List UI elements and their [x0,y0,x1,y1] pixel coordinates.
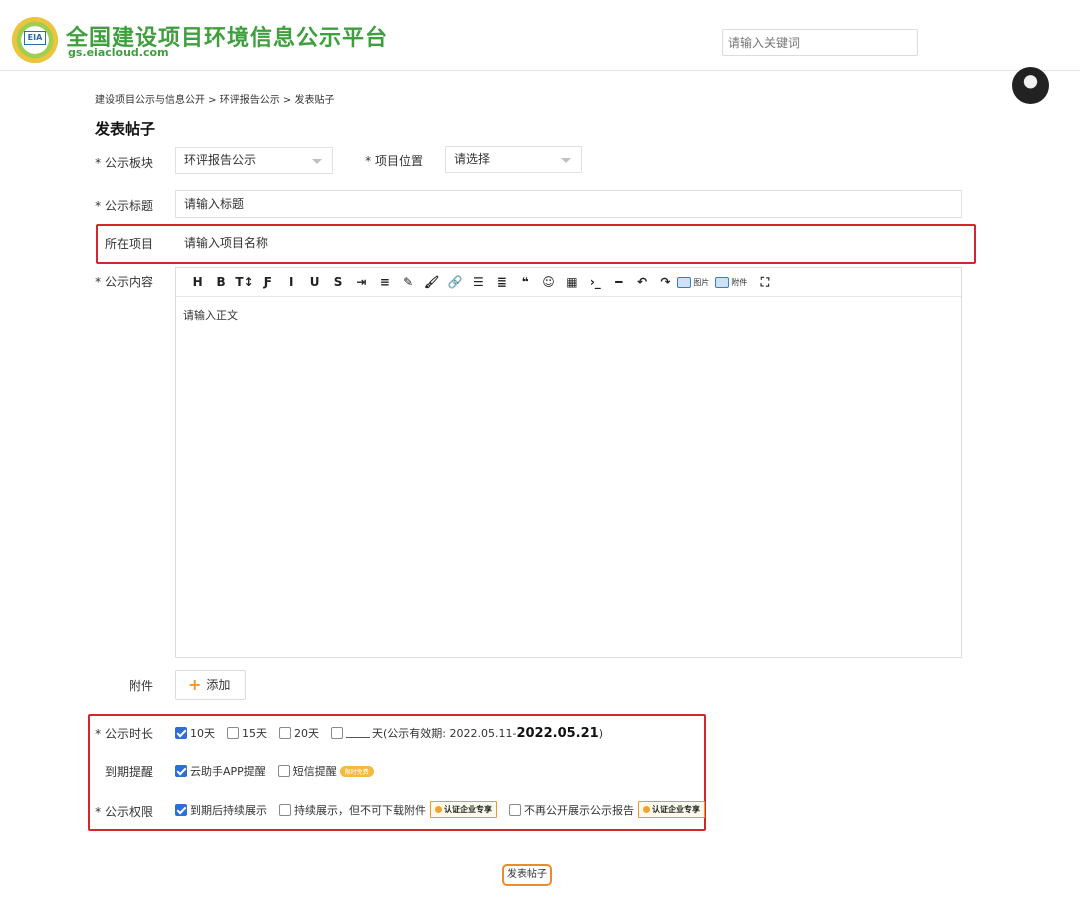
add-attachment-button[interactable]: + 添加 [175,670,246,700]
code-icon[interactable]: ›_ [584,275,607,289]
site-url: gs.eiacloud.com [68,46,169,59]
undo-icon[interactable]: ↶ [630,275,653,289]
emoji-icon[interactable]: ☺ [537,275,560,289]
project-placeholder: 请输入项目名称 [184,236,269,250]
site-header: EIA 全国建设项目环境信息公示平台 gs.eiacloud.com [0,0,1080,71]
duration-label: 公示时长 [73,725,153,742]
image-tool-button[interactable]: 图片 [677,276,709,288]
expire-sms-option[interactable]: 短信提醒 限时免费 [277,763,374,779]
chevron-down-icon [561,158,571,163]
list-icon[interactable]: ☰ [467,275,490,289]
content-placeholder: 请输入正文 [183,309,238,322]
hr-icon[interactable]: ━ [607,275,630,289]
title-input[interactable]: 请输入标题 [175,190,962,218]
location-label: 项目位置 [343,152,423,169]
end-date: 2022.05.21 [516,725,599,741]
checkbox-checked[interactable] [175,727,187,739]
project-input[interactable]: 请输入项目名称 [175,229,962,257]
expire-options: 云助手APP提醒 短信提醒 限时免费 [175,763,386,779]
strikethrough-icon[interactable]: S [326,275,349,289]
duration-option-15[interactable]: 15天 [227,725,267,741]
image-icon [677,276,692,288]
fullscreen-icon[interactable]: ⛶ [753,275,776,290]
badge-dot-icon [643,806,650,813]
checkbox[interactable] [331,727,343,739]
perm-no-download-option[interactable]: 持续展示，但不可下载附件 认证企业专享 [279,801,497,818]
section-select[interactable]: 环评报告公示 [175,147,333,174]
user-avatar[interactable] [1012,67,1049,104]
search-input[interactable] [722,29,918,56]
editor-body[interactable]: 请输入正文 [176,297,961,333]
checkbox-checked[interactable] [175,765,187,777]
indent-icon[interactable]: ⇥ [350,275,373,289]
font-size-icon[interactable]: T↕ [233,275,256,289]
chevron-down-icon [312,159,322,164]
certified-badge: 认证企业专享 [430,801,497,818]
attach-tool-button[interactable]: 附件 [715,276,747,288]
custom-days-field[interactable] [346,728,370,738]
add-label: 添加 [206,678,231,692]
duration-options: 10天 15天 20天 天(公示有效期: 2022.05.11- 2022.05.… [175,725,603,741]
breadcrumb[interactable]: 建设项目公示与信息公开 > 环评报告公示 > 发表贴子 [95,91,334,106]
location-select[interactable]: 请选择 [445,146,582,173]
title-label: 公示标题 [73,197,153,214]
editor-toolbar: H B T↕ Ƒ I U S ⇥ ≡ ✎ 🖌 🔗 ☰ ≣ ❝ ☺ ▦ ›_ ━ ↶ ↷ 图片 附件 ⛶ [176,268,961,297]
link-icon[interactable]: 🔗 [443,275,466,289]
permission-label: 公示权限 [73,803,153,820]
pencil-icon[interactable]: ✎ [397,275,420,289]
checkbox[interactable] [509,803,521,816]
perm-no-public-option[interactable]: 不再公开展示公示报告 认证企业专享 [509,801,705,818]
title-placeholder: 请输入标题 [184,197,245,211]
attach-icon [715,276,730,288]
checkbox-checked[interactable] [175,803,187,816]
project-label: 所在项目 [104,237,153,251]
rich-text-editor[interactable]: H B T↕ Ƒ I U S ⇥ ≡ ✎ 🖌 🔗 ☰ ≣ ❝ ☺ ▦ ›_ ━ ↶ ↷ 图片 附件 ⛶ 请输入正文 [175,267,962,658]
location-select-value: 请选择 [454,152,491,166]
redo-icon[interactable]: ↷ [654,275,677,289]
section-label: 公示板块 [73,154,153,171]
duration-option-20[interactable]: 20天 [279,725,319,741]
certified-badge: 认证企业专享 [638,801,705,818]
table-icon[interactable]: ▦ [560,275,583,289]
checkbox[interactable] [279,727,291,739]
attachment-label: 附件 [128,679,153,693]
plus-icon: + [188,675,202,694]
align-left-icon[interactable]: ≣ [490,275,513,289]
free-pill: 限时免费 [339,765,374,777]
permission-options: 到期后持续展示 持续展示，但不可下载附件 认证企业专享 不再公开展示公示报告 认证企… [175,801,705,818]
page-title: 发表帖子 [95,120,156,138]
bold-icon[interactable]: B [209,275,232,289]
section-select-value: 环评报告公示 [184,153,257,167]
submit-post-button[interactable]: 发表帖子 [502,864,552,886]
expire-app-option[interactable]: 云助手APP提醒 [175,763,266,779]
duration-option-custom[interactable]: 天(公示有效期: 2022.05.11- 2022.05.21) [331,725,603,741]
brush-icon[interactable]: 🖌 [420,275,443,289]
font-icon[interactable]: Ƒ [256,275,279,289]
expire-label: 到期提醒 [104,765,153,779]
italic-icon[interactable]: I [280,275,303,289]
duration-option-10[interactable]: 10天 [175,725,215,741]
badge-dot-icon [435,806,442,813]
heading-icon[interactable]: H [186,275,209,289]
logo-badge: EIA [24,31,46,45]
content-label: 公示内容 [73,273,153,290]
quote-icon[interactable]: ❝ [513,275,536,289]
checkbox[interactable] [227,727,239,739]
checkbox[interactable] [277,765,290,777]
underline-icon[interactable]: U [303,275,326,289]
checkbox[interactable] [279,803,291,816]
align-icon[interactable]: ≡ [373,275,396,289]
site-logo[interactable]: EIA [12,17,58,63]
perm-continue-option[interactable]: 到期后持续展示 [175,802,267,818]
